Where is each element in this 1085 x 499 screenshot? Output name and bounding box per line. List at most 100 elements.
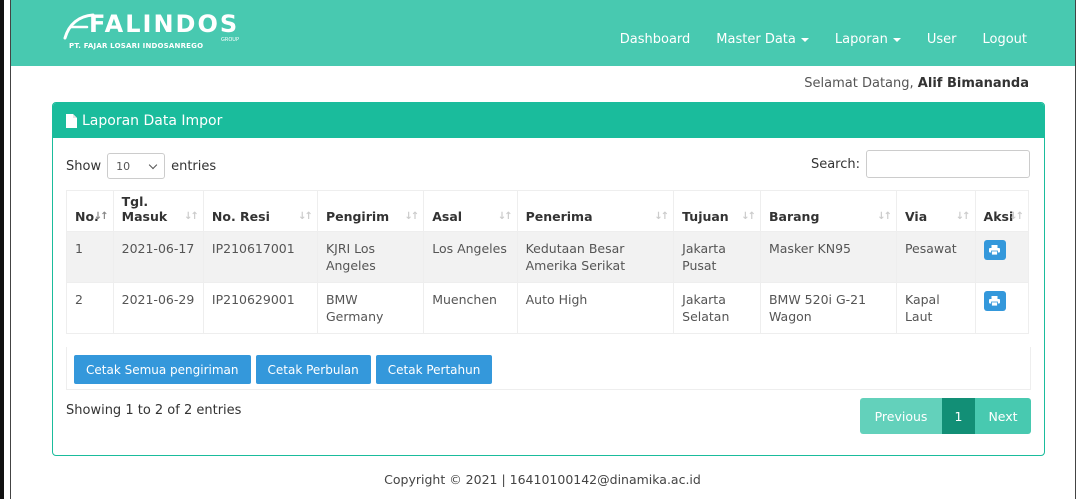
nav-menu: Dashboard Master Data Laporan User Logou… xyxy=(594,32,1027,47)
caret-down-icon xyxy=(892,37,901,42)
cell-penerima: Kedutaan Besar Amerika Serikat xyxy=(516,231,675,283)
header-label: No. Resi xyxy=(211,209,270,224)
header-label: Via xyxy=(904,209,928,224)
entries-select-value: 10 xyxy=(116,159,131,173)
col-header-barang[interactable]: Barang ↓↑ xyxy=(759,190,897,232)
col-header-tgl-masuk[interactable]: Tgl. Masuk ↓↑ xyxy=(112,190,204,232)
table-header-row: No. ↓↑ Tgl. Masuk ↓↑ No. Resi ↓↑ Pengirim ↓↑… xyxy=(66,190,1030,232)
length-show-label: Show xyxy=(66,158,102,174)
cell-aksi xyxy=(974,282,1030,334)
pagination-page-1[interactable]: 1 xyxy=(942,398,975,434)
col-header-no-resi[interactable]: No. Resi ↓↑ xyxy=(202,190,318,232)
nav-dashboard-label: Dashboard xyxy=(619,32,691,47)
print-buttons: Cetak Semua pengiriman Cetak Perbulan Ce… xyxy=(74,355,493,384)
nav-logout-label: Logout xyxy=(982,32,1027,47)
cell-barang: Masker KN95 xyxy=(759,231,897,283)
nav-user[interactable]: User xyxy=(927,32,957,47)
panel-title: Laporan Data Impor xyxy=(82,112,223,129)
nav-master-data[interactable]: Master Data xyxy=(716,32,809,47)
welcome-prefix: Selamat Datang, xyxy=(804,76,914,91)
sort-icon: ↓↑ xyxy=(1009,211,1024,222)
print-icon xyxy=(989,245,1001,255)
brand-group: GROUP xyxy=(221,37,239,43)
left-edge-bar xyxy=(0,0,4,499)
print-button[interactable] xyxy=(983,291,1006,311)
header-label: Penerima xyxy=(525,209,593,224)
cell-via: Kapal Laut xyxy=(895,282,976,334)
brand-subtitle: PT. FAJAR LOSARI INDOSANREGO xyxy=(69,42,204,50)
col-header-via[interactable]: Via ↓↑ xyxy=(895,190,976,232)
print-icon xyxy=(989,296,1001,306)
cell-asal: Los Angeles xyxy=(423,231,518,283)
table-row: 2 2021-06-29 IP210629001 BMW Germany Mue… xyxy=(66,282,1030,334)
sort-icon: ↓↑ xyxy=(497,211,513,222)
search-label: Search: xyxy=(810,156,860,172)
nav-laporan-label: Laporan xyxy=(834,32,888,47)
header-label: Barang xyxy=(768,209,820,224)
pagination: Previous 1 Next xyxy=(860,398,1031,434)
footer-copyright: Copyright © 2021 | 16410100142@dinamika.… xyxy=(384,472,701,487)
pagination-next[interactable]: Next xyxy=(975,398,1031,434)
cell-asal: Muenchen xyxy=(423,282,518,334)
col-header-tujuan[interactable]: Tujuan ↓↑ xyxy=(673,190,761,232)
cell-no: 2 xyxy=(66,282,114,334)
print-monthly-button[interactable]: Cetak Perbulan xyxy=(255,355,371,384)
cell-via: Pesawat xyxy=(895,231,976,283)
nav-dashboard[interactable]: Dashboard xyxy=(620,32,691,47)
sort-icon: ↓↑ xyxy=(877,211,892,222)
print-yearly-button[interactable]: Cetak Pertahun xyxy=(375,355,493,384)
cell-tgl-masuk: 2021-06-17 xyxy=(112,231,204,283)
cell-no-resi: IP210617001 xyxy=(202,231,318,283)
frame-border-left xyxy=(10,0,11,499)
document-icon xyxy=(66,113,77,128)
header-label: Tujuan xyxy=(682,209,729,224)
length-entries-label: entries xyxy=(171,158,217,174)
col-header-penerima[interactable]: Penerima ↓↑ xyxy=(516,190,675,232)
report-panel: Laporan Data Impor Show 10 entries Searc… xyxy=(52,102,1045,456)
search-control: Search: xyxy=(811,150,1030,178)
welcome-user: Alif Bimananda xyxy=(917,76,1029,91)
sort-asc-icon: ↓↑ xyxy=(93,211,109,222)
header-label: Pengirim xyxy=(325,209,390,224)
length-control: Show 10 entries xyxy=(66,153,216,179)
brand-logo[interactable]: FALINDOS GROUP PT. FAJAR LOSARI INDOSANR… xyxy=(61,10,251,56)
print-all-button[interactable]: Cetak Semua pengiriman xyxy=(74,355,251,384)
col-header-pengirim[interactable]: Pengirim ↓↑ xyxy=(316,190,425,232)
sort-icon: ↓↑ xyxy=(404,211,419,222)
brand-name: FALINDOS xyxy=(89,10,240,38)
table-row: 1 2021-06-17 IP210617001 KJRI Los Angele… xyxy=(66,231,1030,283)
nav-logout[interactable]: Logout xyxy=(982,32,1027,47)
cell-barang: BMW 520i G-21 Wagon xyxy=(759,282,897,334)
cell-aksi xyxy=(974,231,1030,283)
sort-icon: ↓↑ xyxy=(654,211,669,222)
cell-tujuan: Jakarta Selatan xyxy=(673,282,761,334)
sort-icon: ↓↑ xyxy=(741,211,756,222)
frame-border-right xyxy=(1075,0,1076,499)
cell-tgl-masuk: 2021-06-29 xyxy=(112,282,204,334)
chevron-down-icon xyxy=(148,160,158,169)
welcome-message: Selamat Datang, Alif Bimananda xyxy=(804,76,1029,91)
sort-icon: ↓↑ xyxy=(184,211,199,222)
sort-icon: ↓↑ xyxy=(955,211,971,222)
cell-penerima: Auto High xyxy=(516,282,675,334)
col-header-asal[interactable]: Asal ↓↑ xyxy=(423,190,518,232)
nav-master-data-label: Master Data xyxy=(716,32,796,47)
header-label: Asal xyxy=(432,209,463,224)
nav-laporan[interactable]: Laporan xyxy=(835,32,901,47)
sort-icon: ↓↑ xyxy=(298,211,313,222)
col-header-aksi[interactable]: Aksi ↓↑ xyxy=(974,190,1030,232)
pagination-previous[interactable]: Previous xyxy=(860,398,942,434)
print-button[interactable] xyxy=(983,240,1006,260)
cell-no: 1 xyxy=(66,231,114,283)
top-navbar: FALINDOS GROUP PT. FAJAR LOSARI INDOSANR… xyxy=(11,0,1075,66)
cell-pengirim: KJRI Los Angeles xyxy=(316,231,425,283)
cell-tujuan: Jakarta Pusat xyxy=(673,231,761,283)
table-info: Showing 1 to 2 of 2 entries xyxy=(66,403,242,418)
cell-pengirim: BMW Germany xyxy=(316,282,425,334)
col-header-no[interactable]: No. ↓↑ xyxy=(66,190,114,232)
caret-down-icon xyxy=(800,37,809,42)
header-label: Tgl. Masuk xyxy=(121,194,168,224)
nav-user-label: User xyxy=(926,32,957,47)
search-input[interactable] xyxy=(866,150,1030,178)
entries-select[interactable]: 10 xyxy=(107,153,166,179)
